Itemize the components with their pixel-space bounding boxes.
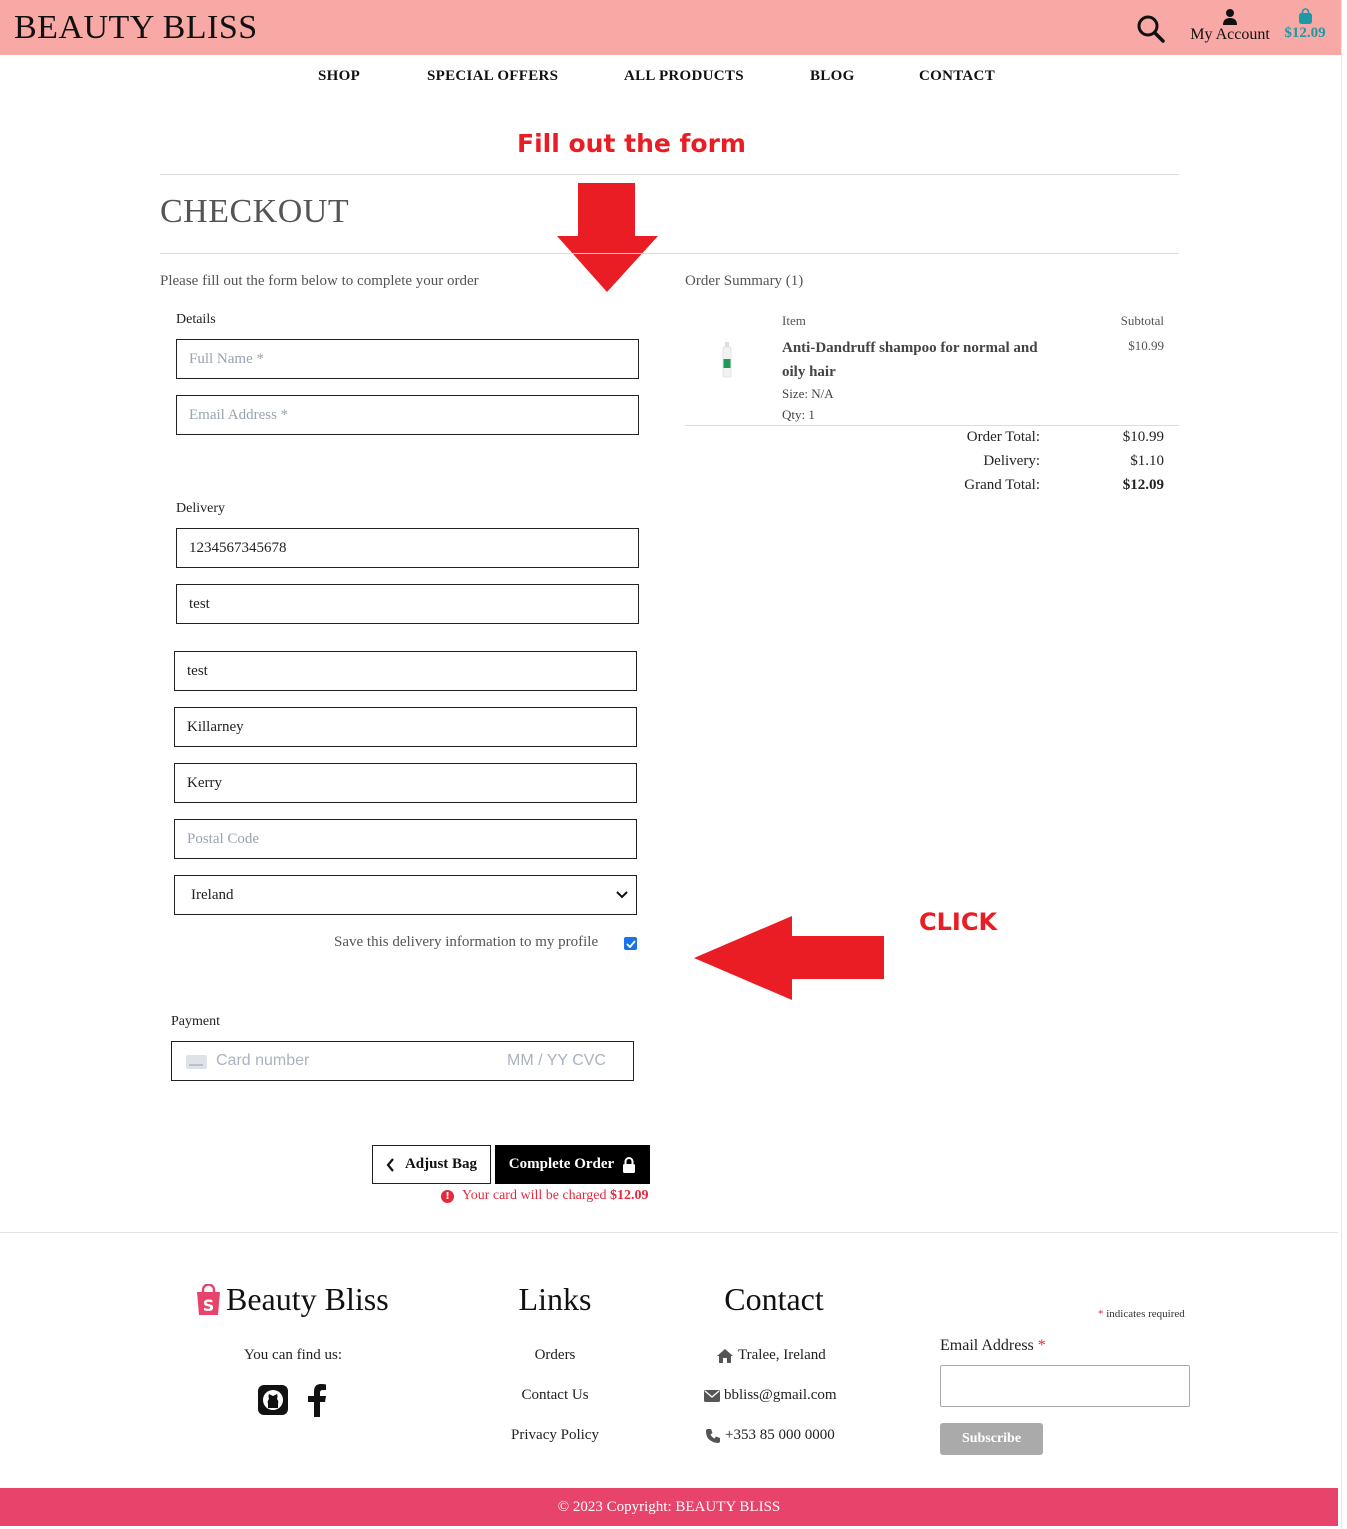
annotation-fill-form: Fill out the form bbox=[517, 129, 746, 158]
phone-input[interactable]: 1234567345678 bbox=[176, 528, 639, 568]
nav-blog[interactable]: BLOG bbox=[810, 68, 855, 85]
save-info-checkbox[interactable] bbox=[624, 937, 637, 950]
charge-amount: $12.09 bbox=[610, 1188, 649, 1203]
delivery-label: Delivery bbox=[176, 501, 225, 516]
checkout-intro: Please fill out the form below to comple… bbox=[160, 273, 479, 289]
adjust-bag-button[interactable]: Adjust Bag bbox=[372, 1145, 491, 1184]
full-name-input[interactable]: Full Name * bbox=[176, 339, 639, 379]
card-number-placeholder: Card number bbox=[216, 1052, 310, 1069]
product-size: Size: N/A bbox=[782, 386, 834, 401]
nav-contact[interactable]: CONTACT bbox=[919, 68, 995, 85]
product-qty: Qty: 1 bbox=[782, 407, 815, 422]
facebook-icon[interactable] bbox=[306, 1383, 328, 1417]
svg-text:S: S bbox=[203, 1296, 215, 1315]
footer-divider bbox=[0, 1232, 1338, 1233]
adjust-bag-label: Adjust Bag bbox=[404, 1156, 478, 1172]
page-scrollbar[interactable] bbox=[1341, 0, 1347, 1529]
user-icon bbox=[1223, 9, 1237, 25]
subscribe-button[interactable]: Subscribe bbox=[940, 1423, 1043, 1455]
envelope-icon bbox=[704, 1389, 720, 1402]
email-input[interactable]: Email Address * bbox=[176, 395, 639, 435]
home-icon bbox=[717, 1348, 733, 1363]
credit-card-icon bbox=[186, 1055, 207, 1069]
contact-heading: Contact bbox=[724, 1281, 824, 1317]
postcode-input[interactable]: Postal Code bbox=[174, 819, 637, 859]
shopping-bag-icon bbox=[1298, 8, 1312, 24]
grand-total-value: $12.09 bbox=[1122, 477, 1164, 493]
footer-brand-name: Beauty Bliss bbox=[226, 1281, 389, 1317]
summary-divider bbox=[685, 425, 1179, 426]
card-exp-cvc-placeholder: MM / YY CVC bbox=[507, 1052, 606, 1069]
brand-logo[interactable]: BEAUTY BLISS bbox=[14, 9, 258, 47]
shopping-bag-link[interactable]: $12.09 bbox=[1280, 8, 1330, 42]
town-input[interactable]: Killarney bbox=[174, 707, 637, 747]
links-heading: Links bbox=[518, 1281, 592, 1317]
newsletter-email-input[interactable] bbox=[940, 1365, 1190, 1407]
complete-order-button[interactable]: Complete Order bbox=[495, 1145, 650, 1184]
product-thumbnail[interactable] bbox=[722, 342, 732, 378]
lock-icon bbox=[623, 1156, 636, 1173]
item-column-header: Item bbox=[782, 313, 806, 328]
chevron-down-icon bbox=[616, 891, 628, 899]
footer-link-privacy-policy[interactable]: Privacy Policy bbox=[455, 1427, 655, 1444]
exclamation-circle-icon: ! bbox=[441, 1189, 454, 1203]
required-note: * indicates required bbox=[1098, 1308, 1185, 1320]
search-icon[interactable] bbox=[1136, 14, 1166, 44]
product-subtotal: $10.99 bbox=[1128, 338, 1164, 353]
github-icon[interactable] bbox=[258, 1385, 288, 1415]
product-name[interactable]: Anti-Dandruff shampoo for normal and oil… bbox=[782, 336, 1052, 384]
subtotal-column-header: Subtotal bbox=[1120, 313, 1164, 328]
complete-order-label: Complete Order bbox=[508, 1156, 615, 1172]
nav-shop[interactable]: SHOP bbox=[318, 68, 360, 85]
divider bbox=[160, 253, 1179, 254]
footer-link-contact-us[interactable]: Contact Us bbox=[455, 1387, 655, 1404]
annotation-click: CLICK bbox=[919, 908, 998, 936]
my-account-label: My Account bbox=[1190, 26, 1270, 43]
phone-text: +353 85 000 0000 bbox=[725, 1427, 835, 1443]
order-total-value: $10.99 bbox=[1122, 429, 1164, 445]
annotation-down-arrow bbox=[557, 183, 658, 292]
charge-text: Your card will be charged bbox=[462, 1188, 607, 1203]
street-address1-input[interactable]: test bbox=[176, 584, 639, 624]
save-info-label: Save this delivery information to my pro… bbox=[334, 934, 599, 950]
nav-all-products[interactable]: ALL PRODUCTS bbox=[624, 68, 744, 85]
shopify-bag-icon: S bbox=[197, 1283, 220, 1315]
main-nav: SHOP SPECIAL OFFERS ALL PRODUCTS BLOG CO… bbox=[0, 68, 1344, 90]
order-total-label: Order Total: bbox=[966, 429, 1040, 445]
check-icon bbox=[625, 939, 636, 948]
location-text: Tralee, Ireland bbox=[738, 1347, 826, 1363]
contact-location: Tralee, Ireland bbox=[716, 1347, 826, 1364]
copyright-bar: © 2023 Copyright: BEAUTY BLISS bbox=[0, 1488, 1338, 1526]
find-us-text: You can find us: bbox=[243, 1347, 343, 1363]
grand-total-label: Grand Total: bbox=[964, 477, 1040, 493]
page-title: CHECKOUT bbox=[160, 193, 350, 230]
top-header-bar: BEAUTY BLISS My Account $12.09 bbox=[0, 0, 1344, 55]
footer-link-orders[interactable]: Orders bbox=[455, 1347, 655, 1364]
newsletter-email-label: Email Address * bbox=[940, 1337, 1046, 1354]
nav-special-offers[interactable]: SPECIAL OFFERS bbox=[427, 68, 558, 85]
street-address2-input[interactable]: test bbox=[174, 651, 637, 691]
phone-icon bbox=[706, 1428, 720, 1443]
footer-brand: S Beauty Bliss bbox=[195, 1281, 389, 1318]
delivery-cost-label: Delivery: bbox=[983, 453, 1040, 469]
charge-notice: ! Your card will be charged $12.09 bbox=[441, 1188, 649, 1204]
country-value: Ireland bbox=[191, 886, 234, 903]
card-element[interactable]: Card number MM / YY CVC bbox=[171, 1041, 634, 1081]
my-account-link[interactable]: My Account bbox=[1188, 8, 1272, 44]
contact-email: bbliss@gmail.com bbox=[704, 1387, 837, 1404]
bag-total: $12.09 bbox=[1284, 25, 1326, 41]
country-select[interactable]: Ireland bbox=[174, 875, 637, 915]
annotation-left-arrow bbox=[694, 916, 884, 1000]
payment-label: Payment bbox=[171, 1014, 220, 1029]
divider bbox=[160, 174, 1179, 175]
chevron-left-icon bbox=[386, 1157, 394, 1172]
county-input[interactable]: Kerry bbox=[174, 763, 637, 803]
delivery-cost-value: $1.10 bbox=[1130, 453, 1164, 469]
contact-phone: +353 85 000 0000 bbox=[705, 1427, 835, 1444]
email-text[interactable]: bbliss@gmail.com bbox=[724, 1387, 837, 1404]
details-label: Details bbox=[176, 312, 216, 327]
order-summary-heading: Order Summary (1) bbox=[685, 273, 804, 289]
